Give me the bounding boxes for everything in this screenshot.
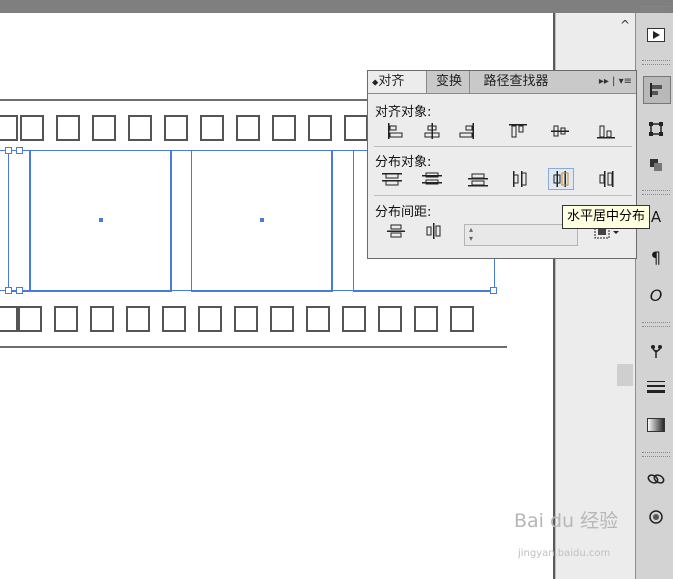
film-sprocket-hole — [126, 306, 150, 332]
dock-grip[interactable] — [642, 60, 670, 65]
align-bottom-button[interactable] — [594, 121, 618, 141]
pathfinder-icon[interactable] — [643, 152, 669, 178]
distribute-objects-label: 分布对象: — [375, 155, 432, 170]
film-sprocket-hole — [128, 115, 152, 141]
distribute-spacing-label: 分布间距: — [375, 205, 432, 220]
symbols-icon[interactable] — [643, 338, 669, 364]
film-sprocket-hole — [56, 115, 80, 141]
selection-handle[interactable] — [5, 287, 12, 294]
align-left-button[interactable] — [384, 121, 408, 141]
selection-handle[interactable] — [490, 287, 497, 294]
film-sprocket-hole — [234, 306, 258, 332]
tab-align[interactable]: ⬥对齐 — [368, 71, 427, 93]
panel-separator — [374, 195, 632, 196]
appearance-icon[interactable] — [643, 504, 669, 530]
baidu-watermark-logo: Bai du 经验 — [514, 510, 619, 532]
panel-menu-button[interactable]: ▸▸ | ▾≡ — [599, 71, 632, 93]
film-sprocket-hole — [308, 115, 332, 141]
film-sprocket-hole — [200, 115, 224, 141]
spinner-arrows-icon[interactable]: ▴ ▾ — [465, 225, 477, 245]
film-sprocket-hole — [236, 115, 260, 141]
dock-grip[interactable] — [642, 322, 670, 327]
transform-icon[interactable] — [643, 116, 669, 142]
dock-grip[interactable] — [642, 452, 670, 457]
align-right-button[interactable] — [454, 121, 478, 141]
frame-center-point — [260, 218, 264, 222]
distribute-top-button[interactable] — [380, 169, 404, 189]
align-horizontal-center-button[interactable] — [420, 121, 444, 141]
film-strip-bottom-border — [0, 346, 507, 348]
tab-transform[interactable]: 变换 — [429, 71, 470, 93]
top-bar — [0, 0, 673, 13]
distribute-vertical-space-button[interactable] — [384, 221, 408, 241]
tab-pathfinder-label: 路径查找器 — [483, 74, 549, 89]
film-sprocket-hole — [272, 115, 296, 141]
film-sprocket-hole — [306, 306, 330, 332]
selection-handle[interactable] — [16, 287, 23, 294]
stroke-icon[interactable] — [643, 374, 669, 400]
paragraph-icon[interactable]: ¶ — [643, 244, 669, 270]
film-sprocket-hole — [164, 115, 188, 141]
baidu-watermark-url: jingyan.baidu.com — [518, 548, 611, 559]
film-sprocket-hole — [414, 306, 438, 332]
film-sprocket-hole — [54, 306, 78, 332]
panel-separator — [374, 146, 632, 147]
film-sprocket-hole — [270, 306, 294, 332]
film-sprocket-hole — [0, 115, 18, 141]
film-sprocket-hole — [198, 306, 222, 332]
film-sprocket-hole — [18, 306, 42, 332]
align-top-button[interactable] — [506, 121, 530, 141]
scroll-up-icon[interactable]: ^ — [620, 18, 630, 32]
film-strip-top-border — [0, 99, 372, 101]
film-sprocket-hole — [162, 306, 186, 332]
distribute-vertical-center-button[interactable] — [420, 169, 444, 189]
film-frame-selected[interactable] — [8, 150, 30, 292]
film-sprocket-hole — [20, 115, 44, 141]
film-sprocket-hole — [342, 306, 366, 332]
dock-grip[interactable] — [642, 190, 670, 195]
tab-align-label: 对齐 — [378, 74, 405, 89]
distribute-bottom-button[interactable] — [466, 169, 490, 189]
gradient-icon[interactable] — [643, 412, 669, 438]
dock-grip[interactable] — [642, 6, 670, 11]
film-sprocket-hole — [450, 306, 474, 332]
opentype-icon[interactable]: O — [643, 282, 669, 308]
frame-center-point — [99, 218, 103, 222]
film-sprocket-hole — [92, 115, 116, 141]
scroll-thumb[interactable] — [617, 364, 633, 386]
tab-transform-label: 变换 — [435, 74, 462, 89]
film-sprocket-hole — [344, 115, 368, 141]
align-objects-label: 对齐对象: — [375, 105, 432, 120]
distribute-horizontal-space-button[interactable] — [422, 221, 446, 241]
panel-tab-bar: ⬥对齐 变换 路径查找器 ▸▸ | ▾≡ — [368, 71, 636, 94]
film-sprocket-hole — [90, 306, 114, 332]
align-vertical-center-button[interactable] — [548, 121, 572, 141]
tooltip: 水平居中分布 — [562, 205, 651, 229]
selection-handle[interactable] — [16, 147, 23, 154]
frame-divider — [170, 150, 171, 290]
distribute-right-button[interactable] — [594, 169, 618, 189]
frame-divider — [331, 150, 332, 290]
film-sprocket-hole — [378, 306, 402, 332]
spacing-value-input[interactable]: ▴ ▾ — [464, 224, 578, 246]
distribute-left-button[interactable] — [508, 169, 532, 189]
align-icon[interactable] — [643, 76, 671, 104]
selection-bounding-box — [0, 290, 494, 291]
align-panel: ⬥对齐 变换 路径查找器 ▸▸ | ▾≡ 对齐对象: 分布对象: 分布间距: ▴… — [367, 70, 637, 259]
distribute-horizontal-center-button[interactable] — [548, 168, 574, 190]
tab-collapse-icon: ⬥ — [372, 78, 379, 88]
tab-pathfinder[interactable]: 路径查找器 — [472, 71, 560, 93]
selection-handle[interactable] — [5, 147, 12, 154]
links-icon[interactable] — [643, 466, 669, 492]
play-icon[interactable] — [643, 22, 669, 48]
film-sprocket-hole — [0, 306, 18, 332]
